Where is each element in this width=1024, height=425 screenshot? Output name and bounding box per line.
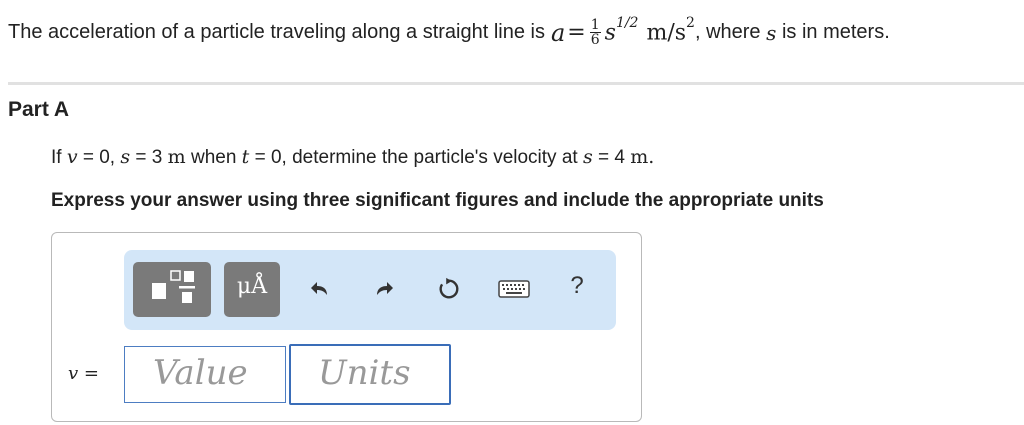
s-variable: s: [120, 146, 131, 168]
templates-icon: [152, 270, 195, 303]
units-input[interactable]: Units: [289, 344, 451, 405]
divider: [8, 82, 1024, 85]
redo-icon[interactable]: [372, 277, 396, 301]
where-variable: s: [766, 20, 777, 45]
units-button-label: μÅ: [236, 274, 268, 299]
instruction-text: Express your answer using three signific…: [51, 190, 824, 211]
reset-icon[interactable]: [437, 277, 461, 301]
question-text: If v = 0, s = 3 m when t = 0, determine …: [51, 146, 655, 168]
acceleration-variable: a: [550, 18, 566, 47]
help-icon[interactable]: ?: [565, 272, 589, 299]
fraction-denominator: 6: [590, 32, 600, 48]
unit-meter-2: m.: [630, 146, 655, 168]
answer-box: μÅ ? v = Value Units: [51, 232, 642, 422]
math-toolbar: μÅ ?: [124, 250, 616, 330]
value-input[interactable]: Value: [124, 346, 286, 403]
answer-variable-label: v =: [68, 363, 99, 384]
keyboard-icon[interactable]: [498, 277, 530, 301]
fraction-numerator: 1: [589, 17, 601, 33]
acceleration-units: m/s2: [646, 15, 695, 46]
equals-sign: =: [567, 20, 586, 45]
where-end: is in meters.: [781, 21, 890, 43]
s-variable-2: s: [582, 146, 593, 168]
templates-button[interactable]: [133, 262, 211, 317]
exponent: 1/2: [615, 15, 639, 32]
where-text: , where: [694, 21, 761, 43]
undo-icon[interactable]: [308, 277, 332, 301]
unit-meter: m: [167, 146, 186, 168]
units-exponent: 2: [686, 15, 695, 32]
t-variable: t: [241, 146, 250, 168]
part-title: Part A: [8, 98, 70, 121]
fraction: 1 6: [589, 17, 601, 48]
v-variable: v: [66, 146, 78, 168]
units-button[interactable]: μÅ: [224, 262, 280, 317]
s-variable: s1/2: [604, 15, 639, 46]
problem-intro: The acceleration of a particle traveling…: [8, 21, 545, 43]
problem-statement: The acceleration of a particle traveling…: [8, 15, 890, 48]
